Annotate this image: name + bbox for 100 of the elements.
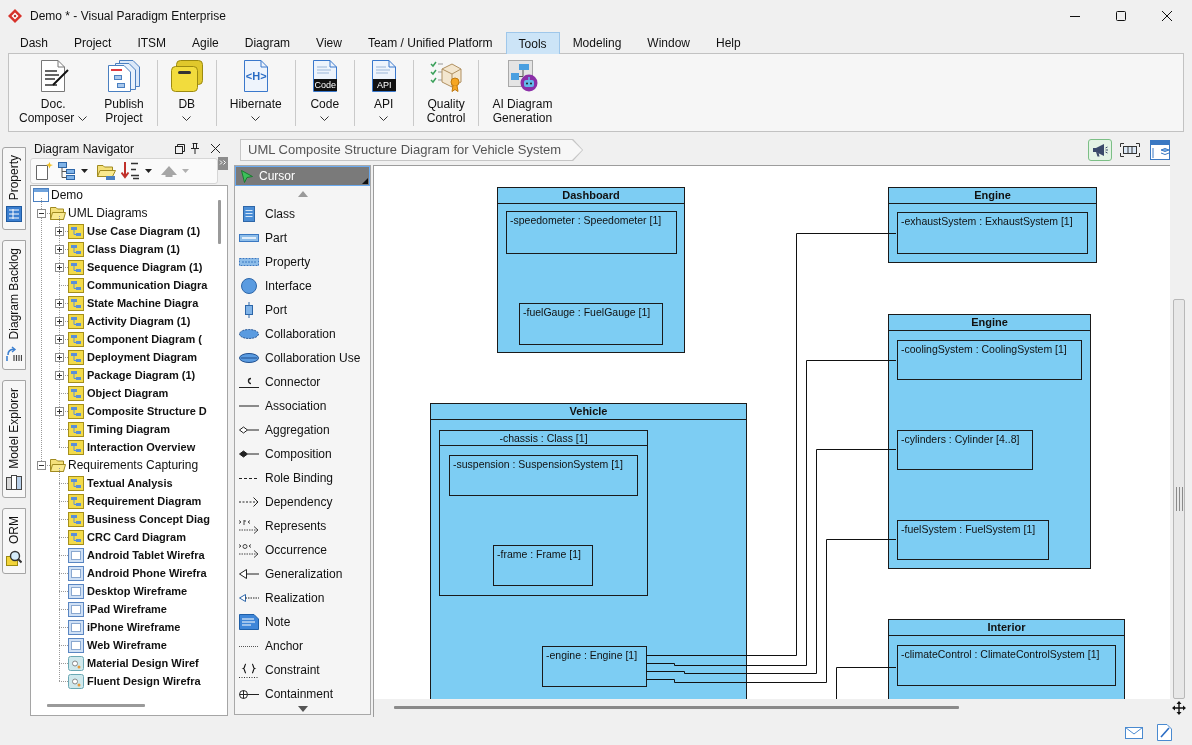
menu-tab[interactable]: Help [703,32,754,53]
breadcrumb[interactable]: UML Composite Structure Diagram for Vehicle System [240,139,584,161]
tree-item[interactable]: Fluent Design Wirefra [87,674,201,688]
expand-icon[interactable] [54,352,64,362]
tree-item[interactable]: Requirements Capturing [68,458,199,472]
ribbon-button[interactable]: Doc. Composer [12,60,95,125]
palette-item[interactable]: Composition [235,442,370,466]
menu-tab[interactable]: Modeling [559,32,635,53]
menu-tab[interactable]: Team / Unified Platform [354,32,506,53]
palette-item[interactable]: Realization [235,586,370,610]
tree-item[interactable]: Desktop Wireframe [87,584,188,598]
restore-icon[interactable] [175,143,185,154]
side-tab[interactable]: Model Explorer [2,379,26,499]
scrollbar-thumb[interactable] [47,704,145,707]
expand-icon[interactable] [54,244,64,254]
palette-item[interactable]: Collaboration Use [235,346,370,370]
pin-icon[interactable] [191,143,199,154]
sort-icon[interactable] [121,162,140,180]
palette-item[interactable]: Note [235,610,370,634]
scrollbar-thumb[interactable] [394,706,959,709]
palette-item[interactable]: Part [235,226,370,250]
tree-item[interactable]: Timing Diagram [87,422,170,436]
side-tab[interactable]: ORM [2,508,26,575]
palette-item[interactable]: Collaboration [235,322,370,346]
palette-item[interactable]: Anchor [235,634,370,658]
side-tab[interactable]: Property [2,147,26,231]
tree-item[interactable]: Business Concept Diag [87,512,210,526]
tree-item[interactable]: Package Diagram (1) [87,368,196,382]
palette-item[interactable]: Dependency [235,490,370,514]
scrollbar-thumb[interactable] [1173,299,1185,699]
toolbar-toggle[interactable] [1088,139,1112,161]
palette-item[interactable]: Containment [235,682,370,706]
chevron-down-icon[interactable] [379,115,389,121]
palette-item[interactable]: Association [235,394,370,418]
menu-tab[interactable]: Window [634,32,703,53]
chevron-down-icon[interactable] [182,115,192,121]
palette-item[interactable]: Occurrence [235,538,370,562]
tree-item[interactable]: Android Phone Wirefra [87,566,207,580]
palette-item[interactable]: Aggregation [235,418,370,442]
document-edit-icon[interactable] [1157,724,1172,741]
close-icon[interactable] [211,144,220,153]
side-tab[interactable]: Diagram Backlog [2,240,26,370]
new-diagram-icon[interactable] [35,162,53,180]
collapse-icon[interactable] [36,208,46,218]
expand-icon[interactable] [54,334,64,344]
toolbar-toggle[interactable] [1148,139,1172,161]
tree-item[interactable]: Web Wireframe [87,638,167,652]
palette-item[interactable]: Constraint [235,658,370,682]
tree-item[interactable]: Activity Diagram (1) [87,314,191,328]
folder-icon[interactable] [97,162,116,180]
expand-icon[interactable] [54,298,64,308]
move-icon[interactable] [1172,701,1186,715]
ribbon-button[interactable]: AI Diagram Generation [485,60,560,125]
cursor-tool[interactable]: Cursor [235,166,370,186]
tree-item[interactable]: Material Design Wiref [87,656,199,670]
chevron-down-icon[interactable] [320,115,330,121]
caret-down-icon[interactable] [81,169,88,173]
tree-item[interactable]: iPad Wireframe [87,602,167,616]
tree-item[interactable]: Deployment Diagram [87,350,198,364]
menu-tab[interactable]: Project [61,32,125,53]
palette-item[interactable]: Property [235,250,370,274]
tree-item[interactable]: State Machine Diagra [87,296,199,310]
tree-item[interactable]: Use Case Diagram (1) [87,224,201,238]
tree-item[interactable]: Class Diagram (1) [87,242,180,256]
tree-item[interactable]: Object Diagram [87,386,169,400]
tree-item[interactable]: Requirement Diagram [87,494,202,508]
ribbon-button[interactable]: Quality Control [419,60,473,125]
expand-icon[interactable] [54,406,64,416]
tree-item[interactable]: UML Diagrams [68,206,148,220]
tree-item[interactable]: Component Diagram ( [87,332,202,346]
ribbon-button[interactable]: DB [163,60,210,125]
menu-tab[interactable]: Diagram [231,32,304,53]
caret-down-icon[interactable] [145,169,152,173]
expand-icon[interactable] [54,316,64,326]
palette-item[interactable]: Interface [235,274,370,298]
palette-item[interactable]: Class [235,202,370,226]
menu-tab[interactable]: ITSM [124,32,180,53]
tree-structure-icon[interactable] [58,162,76,180]
palette-item[interactable]: Port [235,298,370,322]
scroll-down-icon[interactable] [297,706,308,712]
tree-item[interactable]: Communication Diagra [87,278,208,292]
tree-item[interactable]: Textual Analysis [87,476,173,490]
menu-tab[interactable]: Tools [505,32,560,54]
expand-icon[interactable] [54,370,64,380]
expand-icon[interactable] [54,226,64,236]
tree-item[interactable]: Android Tablet Wirefra [87,548,205,562]
palette-item[interactable]: Connector [235,370,370,394]
tree-item[interactable]: Interaction Overview [87,440,196,454]
chevron-down-icon[interactable] [251,115,261,121]
tree-item[interactable]: Composite Structure D [87,404,207,418]
palette-item[interactable]: Role Binding [235,466,370,490]
menu-tab[interactable]: Dash [7,32,61,53]
tree-item[interactable]: Sequence Diagram (1) [87,260,203,274]
menu-tab[interactable]: Agile [179,32,232,53]
tree-item[interactable]: CRC Card Diagram [87,530,187,544]
palette-item[interactable]: Represents [235,514,370,538]
tree-item[interactable]: iPhone Wireframe [87,620,181,634]
tree-item[interactable]: Demo [51,188,83,202]
expand-icon[interactable] [54,262,64,272]
scroll-up-icon[interactable] [297,191,308,197]
